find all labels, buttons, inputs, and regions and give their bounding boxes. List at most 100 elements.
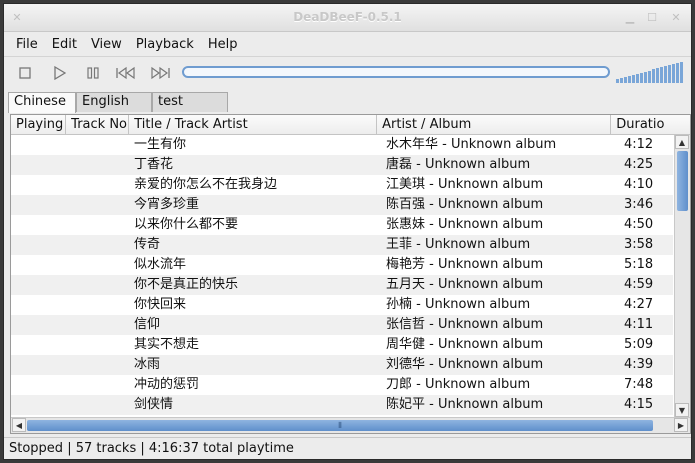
pause-button[interactable] <box>81 63 105 83</box>
track-artist-album: 张惠妹 - Unknown album <box>386 217 544 232</box>
track-artist-album: 水木年华 - Unknown album <box>386 137 557 152</box>
prev-icon <box>116 66 135 80</box>
stop-button[interactable] <box>13 63 37 83</box>
play-button[interactable] <box>47 63 71 83</box>
track-duration: 4:39 <box>624 357 654 372</box>
table-row[interactable]: 剑侠情 陈妃平 - Unknown album 4:15 <box>11 395 673 415</box>
track-artist-album: 刀郎 - Unknown album <box>386 377 531 392</box>
table-row[interactable]: 冰雨 刘德华 - Unknown album 4:39 <box>11 355 673 375</box>
track-title: 丁香花 <box>134 157 174 172</box>
next-button[interactable] <box>148 63 172 83</box>
table-row[interactable]: 冲动的惩罚 刀郎 - Unknown album 7:48 <box>11 375 673 395</box>
table-row[interactable]: 今宵多珍重 陈百强 - Unknown album 3:46 <box>11 195 673 215</box>
track-title: 以来你什么都不要 <box>134 217 239 232</box>
track-title: 一生有你 <box>134 137 187 152</box>
table-row[interactable]: 你不是真正的快乐 五月天 - Unknown album 4:59 <box>11 275 673 295</box>
track-duration: 5:18 <box>624 257 654 272</box>
column-header-row: Playing Track No Title / Track Artist Ar… <box>11 115 690 135</box>
column-duration[interactable]: Duratio <box>611 115 690 135</box>
volume-bar[interactable] <box>616 61 686 83</box>
table-row[interactable]: 其实不想走 周华健 - Unknown album 5:09 <box>11 335 673 355</box>
table-row[interactable]: 一生有你 水木年华 - Unknown album 4:12 <box>11 135 673 155</box>
track-title: 信仰 <box>134 317 161 332</box>
track-duration: 4:15 <box>624 397 654 412</box>
track-title: 亲爱的你怎么不在我身边 <box>134 177 278 192</box>
track-duration: 4:10 <box>624 177 654 192</box>
playlist-tabs: Chinese English test <box>4 90 691 113</box>
menu-file[interactable]: File <box>9 35 45 54</box>
tab-chinese[interactable]: Chinese <box>8 92 76 113</box>
track-title: 其实不想走 <box>134 337 200 352</box>
table-row[interactable]: 你快回来 孙楠 - Unknown album 4:27 <box>11 295 673 315</box>
track-artist-album: 梅艳芳 - Unknown album <box>386 257 544 272</box>
track-title: 冰雨 <box>134 357 161 372</box>
track-title: 传奇 <box>134 237 161 252</box>
track-artist-album: 陈百强 - Unknown album <box>386 197 544 212</box>
tab-english[interactable]: English <box>76 92 152 112</box>
column-title[interactable]: Title / Track Artist <box>129 115 378 135</box>
vertical-scroll-thumb[interactable] <box>677 151 688 211</box>
track-duration: 4:11 <box>624 317 654 332</box>
track-duration: 4:27 <box>624 297 654 312</box>
vertical-scrollbar[interactable]: ▲ ▼ <box>674 135 690 417</box>
next-icon <box>151 66 170 80</box>
track-title: 冲动的惩罚 <box>134 377 200 392</box>
status-bar: Stopped | 57 tracks | 4:16:37 total play… <box>4 437 691 459</box>
track-artist-album: 刘德华 - Unknown album <box>386 357 544 372</box>
window-title: DeaDBeeF-0.5.1 <box>293 10 402 24</box>
table-row[interactable]: 丁香花 唐磊 - Unknown album 4:25 <box>11 155 673 175</box>
column-playing[interactable]: Playing <box>11 115 67 135</box>
track-artist-album: 五月天 - Unknown album <box>386 277 544 292</box>
track-duration: 3:58 <box>624 237 654 252</box>
seek-bar[interactable] <box>182 66 610 78</box>
maximize-icon[interactable]: ☐ <box>647 12 657 23</box>
scroll-left-icon[interactable]: ◀ <box>12 418 26 432</box>
title-bar[interactable]: ✕ DeaDBeeF-0.5.1 ▁ ☐ ✕ <box>4 4 691 32</box>
toolbar <box>4 56 691 90</box>
track-title: 今宵多珍重 <box>134 197 200 212</box>
track-title: 似水流年 <box>134 257 187 272</box>
track-duration: 4:59 <box>624 277 654 292</box>
table-row[interactable]: 以来你什么都不要 张惠妹 - Unknown album 4:50 <box>11 215 673 235</box>
pause-icon <box>87 67 99 79</box>
track-artist-album: 周华健 - Unknown album <box>386 337 544 352</box>
menu-playback[interactable]: Playback <box>129 35 201 54</box>
menu-bar: File Edit View Playback Help <box>4 32 691 56</box>
menu-view[interactable]: View <box>84 35 129 54</box>
scroll-down-icon[interactable]: ▼ <box>675 403 689 417</box>
track-duration: 7:48 <box>624 377 654 392</box>
column-artist-album[interactable]: Artist / Album <box>377 115 612 135</box>
table-row[interactable]: 亲爱的你怎么不在我身边 江美琪 - Unknown album 4:10 <box>11 175 673 195</box>
main-window: ✕ DeaDBeeF-0.5.1 ▁ ☐ ✕ File Edit View Pl… <box>3 3 692 460</box>
track-duration: 5:09 <box>624 337 654 352</box>
track-duration: 4:50 <box>624 217 654 232</box>
playlist[interactable]: Playing Track No Title / Track Artist Ar… <box>10 114 691 434</box>
track-duration: 4:25 <box>624 157 654 172</box>
minimize-icon[interactable]: ▁ <box>625 12 635 23</box>
track-artist-album: 张信哲 - Unknown album <box>386 317 544 332</box>
track-title: 你不是真正的快乐 <box>134 277 239 292</box>
table-row[interactable]: 信仰 张信哲 - Unknown album 4:11 <box>11 315 673 335</box>
table-row[interactable]: 传奇 王菲 - Unknown album 3:58 <box>11 235 673 255</box>
tab-test[interactable]: test <box>152 92 228 112</box>
horizontal-scrollbar[interactable]: ◀ ⦀ ▶ <box>11 417 690 433</box>
scroll-right-icon[interactable]: ▶ <box>674 418 688 432</box>
scroll-up-icon[interactable]: ▲ <box>675 135 689 149</box>
track-artist-album: 江美琪 - Unknown album <box>386 177 544 192</box>
menu-edit[interactable]: Edit <box>45 35 84 54</box>
track-artist-album: 陈妃平 - Unknown album <box>386 397 544 412</box>
previous-button[interactable] <box>114 63 138 83</box>
track-artist-album: 王菲 - Unknown album <box>386 237 531 252</box>
track-title: 剑侠情 <box>134 397 174 412</box>
track-duration: 4:12 <box>624 137 654 152</box>
horizontal-scroll-thumb[interactable]: ⦀ <box>27 420 653 431</box>
play-icon <box>54 66 66 80</box>
stop-icon <box>19 67 31 79</box>
table-row[interactable]: 似水流年 梅艳芳 - Unknown album 5:18 <box>11 255 673 275</box>
track-title: 你快回来 <box>134 297 187 312</box>
menu-help[interactable]: Help <box>201 35 245 54</box>
track-artist-album: 唐磊 - Unknown album <box>386 157 531 172</box>
close-icon[interactable]: ✕ <box>671 12 681 23</box>
column-track-no[interactable]: Track No <box>66 115 130 135</box>
track-artist-album: 孙楠 - Unknown album <box>386 297 531 312</box>
